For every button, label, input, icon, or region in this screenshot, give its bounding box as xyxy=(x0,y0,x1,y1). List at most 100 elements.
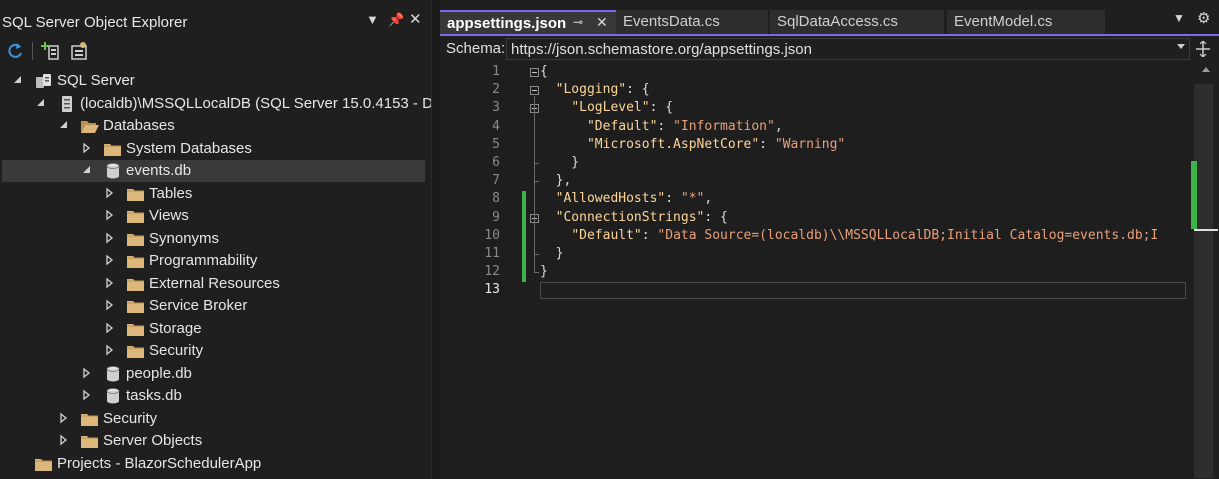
tree-node[interactable]: Storage xyxy=(0,318,431,340)
tree-node[interactable]: Security xyxy=(0,340,431,362)
tree-node[interactable]: Databases xyxy=(0,115,431,137)
code-line: "ConnectionStrings": { xyxy=(540,210,728,225)
schema-label: Schema: xyxy=(446,40,506,57)
tree-node[interactable]: (localdb)\MSSQLLocalDB (SQL Server 15.0.… xyxy=(0,93,433,115)
schema-url: https://json.schemastore.org/appsettings… xyxy=(511,41,812,58)
collapsed-arrow-icon[interactable] xyxy=(104,298,118,314)
scroll-up-arrow-icon[interactable] xyxy=(1202,67,1210,72)
expanded-arrow-icon[interactable] xyxy=(35,96,49,112)
panel-toolbar xyxy=(0,36,431,66)
tab-eventmodel-cs[interactable]: EventModel.cs xyxy=(947,10,1105,34)
folder-icon xyxy=(126,297,146,315)
folder-open-icon xyxy=(80,117,100,135)
panel-splitter[interactable] xyxy=(431,0,440,479)
expanded-arrow-icon[interactable] xyxy=(81,163,95,179)
tree-node[interactable]: Projects - BlazorSchedulerApp xyxy=(0,453,431,475)
tree-node[interactable]: SQL Server xyxy=(0,70,431,92)
vertical-scrollbar[interactable] xyxy=(1191,61,1219,479)
json-punct xyxy=(540,100,571,115)
tree-node[interactable]: events.db xyxy=(2,160,425,182)
chevron-down-icon[interactable]: ▼ xyxy=(366,12,379,27)
collapsed-arrow-icon[interactable] xyxy=(104,253,118,269)
tree-node[interactable]: External Resources xyxy=(0,273,431,295)
editor-area: appsettings.json ⊸ ✕ EventsData.cs SqlDa… xyxy=(440,0,1219,479)
schema-select[interactable]: https://json.schemastore.org/appsettings… xyxy=(506,38,1190,60)
add-server-icon[interactable] xyxy=(38,38,64,64)
gear-icon[interactable]: ⚙ xyxy=(1197,9,1210,27)
line-number: 8 xyxy=(492,191,500,207)
tab-label: appsettings.json xyxy=(447,15,567,32)
pin-icon[interactable]: ⊸ xyxy=(573,15,583,29)
filter-settings-icon[interactable] xyxy=(66,38,92,64)
code-editor[interactable]: 1{2 "Logging": {3 "LogLevel": {4 "Defaul… xyxy=(458,61,1194,479)
refresh-icon[interactable] xyxy=(2,38,28,64)
json-key: "AllowedHosts" xyxy=(555,191,666,207)
tree-node-label: Projects - BlazorSchedulerApp xyxy=(57,454,262,472)
folder-icon xyxy=(126,275,146,293)
collapsed-arrow-icon[interactable] xyxy=(81,141,95,157)
collapsed-arrow-icon[interactable] xyxy=(104,276,118,292)
collapsed-arrow-icon[interactable] xyxy=(81,366,95,382)
line-number: 3 xyxy=(492,100,500,116)
tree-node[interactable]: Synonyms xyxy=(0,228,431,250)
tab-label: EventModel.cs xyxy=(954,13,1053,30)
change-marker xyxy=(1191,161,1197,229)
tree-node-label: Storage xyxy=(149,319,202,337)
expanded-arrow-icon[interactable] xyxy=(12,73,26,89)
tree-node[interactable]: Tables xyxy=(0,183,431,205)
tree-node[interactable]: Views xyxy=(0,205,431,227)
close-icon[interactable]: ✕ xyxy=(409,10,422,28)
json-punct xyxy=(540,191,556,206)
tree-node[interactable]: Service Broker xyxy=(0,295,431,317)
split-editor-icon[interactable] xyxy=(1192,38,1214,60)
tree-node[interactable]: tasks.db xyxy=(0,385,431,407)
json-punct: : xyxy=(759,136,775,152)
folder-icon xyxy=(80,432,100,450)
line-number: 11 xyxy=(484,246,500,261)
database-icon xyxy=(103,365,123,383)
line-number: 10 xyxy=(484,227,500,243)
tree-node[interactable]: Security xyxy=(0,408,431,430)
json-key: "Default" xyxy=(586,118,658,134)
chevron-down-icon[interactable] xyxy=(1177,44,1185,49)
close-icon[interactable]: ✕ xyxy=(596,14,608,31)
scrollbar-thumb[interactable] xyxy=(1194,84,1213,478)
collapsed-arrow-icon[interactable] xyxy=(104,186,118,202)
tree-node[interactable]: System Databases xyxy=(0,138,431,160)
tab-list-dropdown-icon[interactable]: ▼ xyxy=(1173,11,1185,25)
tab-eventsdata-cs[interactable]: EventsData.cs xyxy=(616,10,768,34)
tree-node[interactable]: Server Objects xyxy=(0,430,431,452)
pin-icon[interactable]: 📌 xyxy=(388,12,404,28)
code-line: "LogLevel": { xyxy=(540,100,673,115)
collapsed-arrow-icon[interactable] xyxy=(104,231,118,247)
collapsed-arrow-icon[interactable] xyxy=(58,411,72,427)
json-punct: }, xyxy=(540,173,572,189)
folder-icon xyxy=(126,320,146,338)
tree-node[interactable]: people.db xyxy=(0,363,431,385)
expanded-arrow-icon[interactable] xyxy=(58,118,72,134)
collapsed-arrow-icon[interactable] xyxy=(104,208,118,224)
code-line: "Default": "Data Source=(localdb)\\MSSQL… xyxy=(540,228,1158,243)
document-tabs: appsettings.json ⊸ ✕ EventsData.cs SqlDa… xyxy=(440,8,1219,36)
tree-node[interactable]: Programmability xyxy=(0,250,431,272)
fold-end-tick xyxy=(534,163,539,164)
tree-node-label: Views xyxy=(149,207,189,224)
collapsed-arrow-icon[interactable] xyxy=(104,321,118,337)
code-line: } xyxy=(540,155,579,170)
json-string: "Information" xyxy=(673,118,775,134)
code-line: "AllowedHosts": "*", xyxy=(540,191,713,207)
tab-sqldataaccess-cs[interactable]: SqlDataAccess.cs xyxy=(770,10,944,34)
json-punct: { xyxy=(540,64,548,79)
code-line: "Default": "Information", xyxy=(540,119,783,134)
collapsed-arrow-icon[interactable] xyxy=(104,343,118,359)
collapsed-arrow-icon[interactable] xyxy=(81,388,95,404)
collapsed-arrow-icon[interactable] xyxy=(58,433,72,449)
json-punct xyxy=(540,137,587,152)
code-line: "Microsoft.AspNetCore": "Warning" xyxy=(540,137,845,152)
fold-toggle-icon[interactable] xyxy=(530,68,539,77)
database-icon xyxy=(103,162,123,180)
json-punct xyxy=(540,119,587,134)
tab-appsettings-json[interactable]: appsettings.json ⊸ ✕ xyxy=(440,10,616,34)
json-key: "Default" xyxy=(571,227,642,243)
fold-toggle-icon[interactable] xyxy=(530,86,539,96)
